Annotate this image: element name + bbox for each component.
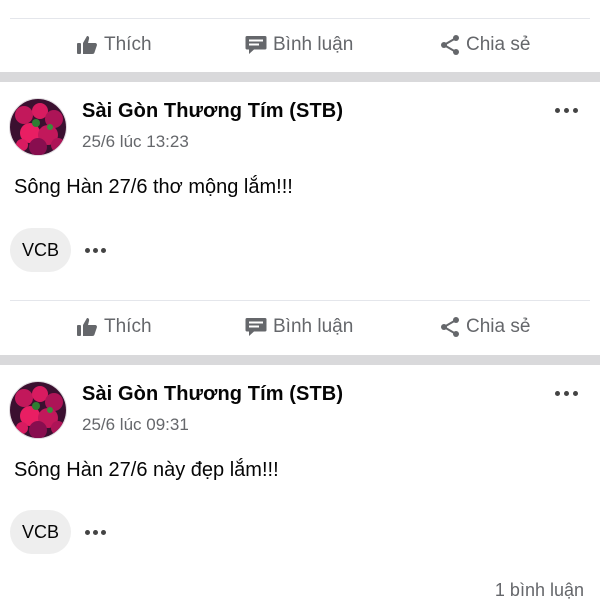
share-button[interactable]: Chia sẻ	[440, 18, 530, 72]
flowers-icon	[10, 99, 66, 155]
dot	[564, 108, 569, 113]
more-options-button[interactable]	[555, 108, 578, 113]
post-header: Sài Gòn Thương Tím (STB) 25/6 lúc 13:23	[0, 84, 600, 164]
post-author[interactable]: Sài Gòn Thương Tím (STB)	[82, 100, 343, 123]
dot	[85, 529, 91, 535]
comment-icon	[245, 36, 267, 54]
like-label: Thích	[104, 316, 152, 337]
dot	[573, 108, 578, 113]
tag-more-button[interactable]	[85, 247, 107, 253]
share-icon	[441, 35, 459, 55]
share-label: Chia sẻ	[466, 34, 531, 55]
dot	[93, 529, 99, 535]
share-button[interactable]: Chia sẻ	[440, 300, 530, 354]
share-icon	[441, 317, 459, 337]
dot	[101, 247, 107, 253]
like-label: Thích	[104, 34, 152, 55]
thumbs-up-icon	[77, 36, 97, 54]
dot	[564, 391, 569, 396]
like-button[interactable]: Thích	[76, 18, 152, 72]
post-text: Sông Hàn 27/6 thơ mộng lắm!!!	[14, 176, 293, 198]
avatar[interactable]	[9, 381, 67, 439]
comment-count-link[interactable]: 1 bình luận	[495, 580, 584, 600]
comment-button[interactable]: Bình luận	[245, 300, 353, 354]
comment-icon	[245, 318, 267, 336]
tag-chip[interactable]: VCB	[10, 510, 72, 554]
post-text: Sông Hàn 27/6 này đẹp lắm!!!	[14, 459, 279, 481]
post-header: Sài Gòn Thương Tím (STB) 25/6 lúc 09:31	[0, 367, 600, 447]
post-timestamp[interactable]: 25/6 lúc 13:23	[82, 132, 189, 152]
more-options-button[interactable]	[555, 391, 578, 396]
dot	[555, 391, 560, 396]
flowers-icon	[10, 382, 66, 438]
tag-more-button[interactable]	[85, 529, 107, 535]
comment-button[interactable]: Bình luận	[245, 18, 353, 72]
avatar[interactable]	[9, 98, 67, 156]
post-action-bar: Thích Bình luận Chia sẻ	[0, 18, 600, 72]
dot	[93, 247, 99, 253]
post-separator	[0, 72, 600, 82]
post-action-bar: Thích Bình luận Chia sẻ	[0, 300, 600, 354]
dot	[573, 391, 578, 396]
tag-chip[interactable]: VCB	[10, 228, 72, 272]
like-button[interactable]: Thích	[76, 300, 152, 354]
post-separator	[0, 355, 600, 365]
dot	[85, 247, 91, 253]
thumbs-up-icon	[77, 318, 97, 336]
dot	[555, 108, 560, 113]
tag-row: VCB	[10, 510, 107, 554]
share-label: Chia sẻ	[466, 316, 531, 337]
tag-row: VCB	[10, 228, 107, 272]
comment-label: Bình luận	[273, 34, 354, 55]
post-timestamp[interactable]: 25/6 lúc 09:31	[82, 415, 189, 435]
comment-label: Bình luận	[273, 316, 354, 337]
dot	[101, 529, 107, 535]
post-author[interactable]: Sài Gòn Thương Tím (STB)	[82, 383, 343, 406]
